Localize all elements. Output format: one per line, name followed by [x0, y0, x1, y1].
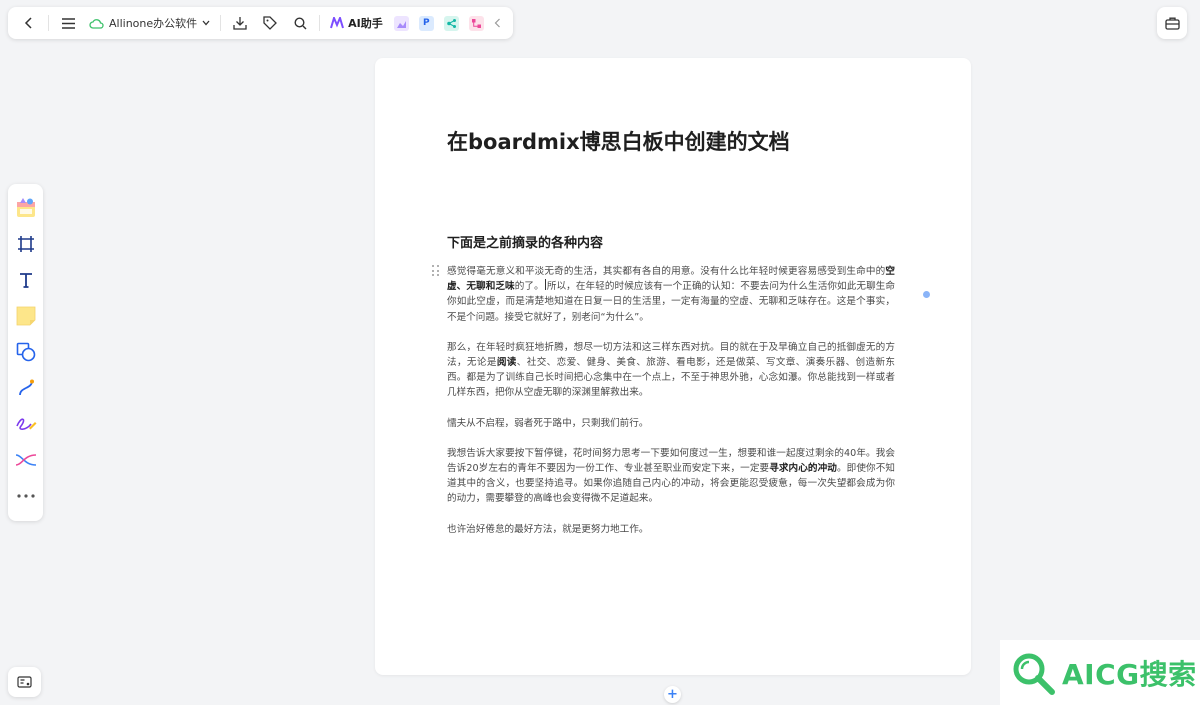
pen-tool[interactable] [11, 406, 41, 442]
shape-icon [16, 342, 35, 362]
flow-app-icon[interactable] [468, 15, 484, 31]
text-caret [544, 279, 546, 291]
left-toolbar [8, 184, 43, 521]
collapse-toolbar-button[interactable] [489, 9, 507, 37]
document-name: Allinone办公软件 [109, 17, 198, 30]
collaborator-cursor [923, 291, 930, 298]
add-page-button[interactable]: + [664, 686, 681, 703]
block-drag-handle[interactable] [432, 265, 440, 277]
paragraph[interactable]: 那么，在年轻时疯狂地折腾，想尽一切方法和这三样东西对抗。目的就在于及早确立自己的… [447, 340, 895, 401]
chevron-down-icon [202, 20, 210, 26]
back-button[interactable] [14, 9, 44, 37]
tag-button[interactable] [255, 9, 285, 37]
tag-icon [263, 16, 278, 30]
toolbox-icon [1164, 17, 1180, 30]
search-icon [294, 16, 307, 29]
document-switcher[interactable]: Allinone办公软件 [83, 9, 216, 37]
bold-text: 阅读 [496, 357, 517, 369]
sticky-note-tool[interactable] [11, 298, 41, 334]
paragraph[interactable]: 懦夫从不启程，弱者死于路中，只剩我们前行。 [447, 416, 895, 431]
ai-assistant-label: AI助手 [348, 17, 383, 30]
ai-magic-icon [15, 454, 36, 466]
paragraph[interactable]: 也许治好倦怠的最好方法，就是更努力地工作。 [447, 522, 895, 537]
template-icon [16, 198, 35, 217]
document-title[interactable]: 在boardmix博思白板中创建的文档 [447, 126, 790, 156]
frame-tool[interactable] [11, 226, 41, 262]
download-icon [233, 17, 247, 30]
ai-magic-tool[interactable] [11, 442, 41, 478]
divider [319, 15, 321, 31]
text-tool[interactable] [11, 262, 41, 298]
download-button[interactable] [225, 9, 255, 37]
search-button[interactable] [285, 9, 315, 37]
pen-icon [15, 418, 36, 430]
more-icon [16, 494, 35, 498]
document-page[interactable]: 在boardmix博思白板中创建的文档 下面是之前摘录的各种内容 感觉得毫无意义… [375, 58, 971, 675]
chevron-left-icon [24, 17, 32, 29]
ai-logo-icon [330, 17, 345, 29]
menu-button[interactable] [53, 9, 83, 37]
divider [220, 15, 222, 31]
shape-tool[interactable] [11, 334, 41, 370]
bold-text: 寻求内心的冲动 [769, 463, 837, 475]
watermark-text: AICG搜索 [1062, 657, 1197, 691]
text-icon [19, 273, 32, 288]
hamburger-icon [61, 17, 75, 29]
divider [48, 15, 49, 31]
chevron-left-icon [494, 18, 501, 28]
layers-panel-button[interactable] [8, 667, 41, 697]
paragraph[interactable]: 感觉得毫无意义和平淡无奇的生活，其实都有各自的用意。没有什么比年轻时候更容易感受… [447, 264, 895, 325]
document-body[interactable]: 感觉得毫无意义和平淡无奇的生活，其实都有各自的用意。没有什么比年轻时候更容易感受… [447, 264, 895, 552]
image-gen-icon[interactable] [393, 15, 409, 31]
text-run: 感觉得毫无意义和平淡无奇的生活，其实都有各自的用意。没有什么比年轻时候更容易感受… [447, 266, 886, 277]
connector-tool[interactable] [11, 370, 41, 406]
ai-assistant-button[interactable]: AI助手 [324, 9, 389, 37]
layers-panel-icon [17, 676, 32, 688]
section-heading[interactable]: 下面是之前摘录的各种内容 [447, 232, 603, 251]
template-tool[interactable] [11, 190, 41, 226]
search-icon [1013, 653, 1055, 695]
toolbox-button[interactable] [1157, 7, 1187, 39]
mindmap-app-icon[interactable] [443, 15, 459, 31]
cloud-icon [89, 18, 104, 29]
frame-icon [17, 236, 34, 252]
more-tools-button[interactable] [11, 478, 41, 514]
top-toolbar: Allinone办公软件 AI助手 P [8, 7, 513, 39]
paragraph[interactable]: 我想告诉大家要按下暂停键，花时间努力思考一下要如何度过一生，想要和谁一起度过剩余… [447, 446, 895, 507]
text-run: 的了。 [514, 281, 544, 293]
sticky-note-icon [16, 306, 35, 326]
watermark: AICG搜索 [1000, 640, 1200, 705]
connector-icon [18, 379, 34, 396]
p-app-icon[interactable]: P [418, 15, 434, 31]
